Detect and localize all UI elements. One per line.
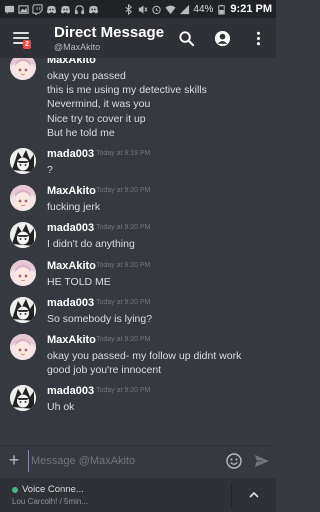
notification-icons (4, 3, 99, 15)
username[interactable]: mada003 (47, 147, 94, 161)
battery-level: 44% (193, 3, 214, 15)
message-group[interactable]: MaxAkito okay you passed this is me using … (0, 58, 276, 140)
username[interactable]: mada003 (47, 296, 94, 310)
timestamp: Today at 9:20 PM (96, 261, 151, 269)
discord-icon (88, 4, 99, 15)
plus-icon: + (8, 450, 20, 470)
avatar[interactable] (10, 385, 36, 412)
message-group[interactable]: MaxAkito Today at 9:20 PM HE TOLD ME (0, 259, 276, 289)
mute-icon (137, 4, 148, 15)
expand-voice-button[interactable] (232, 478, 276, 512)
signal-icon (179, 4, 190, 15)
send-icon (255, 454, 269, 467)
more-options-button[interactable] (240, 18, 276, 58)
username[interactable]: MaxAkito (47, 259, 96, 273)
emoji-button[interactable] (220, 446, 248, 476)
voice-info: Voice Conne... Lou Carcolh! / 5min... (0, 484, 231, 507)
image-icon (18, 4, 29, 15)
more-vertical-icon (256, 31, 260, 45)
search-button[interactable] (168, 18, 204, 58)
message-text: I didn't do anything (47, 238, 135, 251)
timestamp: Today at 9:20 PM (96, 187, 151, 195)
message-text: okay you passed (47, 70, 126, 82)
avatar[interactable] (10, 296, 36, 323)
message-text: okay you passed- my follow up didnt work (47, 350, 242, 362)
alarm-icon (151, 4, 162, 15)
voice-title: Voice Conne... (22, 483, 84, 495)
timestamp: Today at 9:20 PM (96, 224, 151, 232)
message-text: ? (47, 164, 53, 176)
timestamp: Today at 9:20 PM (96, 387, 151, 395)
message-text: this is me using my detective skills (47, 84, 207, 97)
avatar[interactable] (10, 222, 36, 249)
attach-button[interactable]: + (0, 446, 28, 476)
headphones-icon (74, 4, 85, 15)
voice-channel: Lou Carcolh! / 5min... (12, 496, 89, 506)
message-text: good job you're innocent (47, 364, 162, 377)
title-block: Direct Message @MaxAkito (42, 24, 168, 53)
message-text: HE TOLD ME (47, 275, 111, 288)
username[interactable]: MaxAkito (47, 184, 96, 198)
message-group[interactable]: mada003 Today at 9:20 PM I didn't do anyth… (0, 221, 276, 251)
message-text: So somebody is lying? (47, 312, 153, 325)
avatar[interactable] (10, 185, 36, 212)
username[interactable]: MaxAkito (47, 58, 96, 67)
connected-indicator-icon (12, 486, 18, 493)
message-text: Nevermind, it was you (47, 98, 151, 111)
menu-button[interactable]: 2 (0, 18, 42, 58)
unread-badge: 2 (23, 40, 31, 49)
wifi-icon (165, 4, 176, 15)
emoji-icon (226, 452, 242, 469)
username[interactable]: MaxAkito (47, 333, 96, 347)
discord-icon (46, 4, 57, 15)
message-text: Nice try to cover it up (47, 112, 146, 125)
profile-icon (214, 30, 230, 46)
page-title: Direct Message (54, 23, 165, 41)
battery-icon (216, 4, 227, 15)
voice-status: Voice Conne... (12, 484, 231, 496)
discord-icon (60, 4, 71, 15)
send-button[interactable] (248, 446, 276, 476)
message-text: But he told me (47, 126, 115, 139)
avatar[interactable] (10, 259, 36, 286)
avatar[interactable] (10, 58, 36, 80)
status-bar: 44% 9:21 PM (0, 0, 276, 18)
username[interactable]: mada003 (47, 221, 94, 235)
voice-connection-bar[interactable]: Voice Conne... Lou Carcolh! / 5min... (0, 478, 276, 512)
chevron-up-icon (249, 491, 259, 498)
message-group[interactable]: mada003 Today at 9:20 PM So somebody is ly… (0, 296, 276, 326)
avatar[interactable] (10, 334, 36, 360)
message-text: fucking jerk (47, 201, 101, 214)
bluetooth-icon (123, 3, 134, 15)
username[interactable]: mada003 (47, 384, 94, 398)
avatar[interactable] (10, 148, 36, 174)
message-group[interactable]: mada003 Today at 9:19 PM? (0, 147, 276, 177)
app-header: 2 Direct Message @MaxAkito (0, 18, 276, 58)
page-subtitle: @MaxAkito (54, 41, 101, 52)
profile-button[interactable] (204, 18, 240, 58)
clock: 9:21 PM (230, 3, 272, 15)
message-input[interactable] (28, 449, 220, 472)
message-group[interactable]: MaxAkito Today at 9:20 PM fucking jerk (0, 184, 276, 214)
message-list[interactable]: MaxAkito okay you passed this is me using … (0, 58, 276, 445)
search-icon (178, 30, 194, 46)
message-group[interactable]: MaxAkito Today at 9:20 PM okay you passed-… (0, 333, 276, 377)
system-icons: 44% 9:21 PM (123, 3, 272, 15)
compose-bar: + (0, 445, 276, 475)
message-text: Uh ok (47, 401, 75, 414)
timestamp: Today at 9:20 PM (96, 298, 151, 306)
timestamp: Today at 9:19 PM (96, 150, 151, 157)
twitch-icon (32, 3, 43, 15)
timestamp: Today at 9:20 PM (96, 336, 151, 343)
chat-bubble-icon (4, 4, 15, 15)
message-group[interactable]: mada003 Today at 9:20 PM Uh ok (0, 384, 276, 414)
